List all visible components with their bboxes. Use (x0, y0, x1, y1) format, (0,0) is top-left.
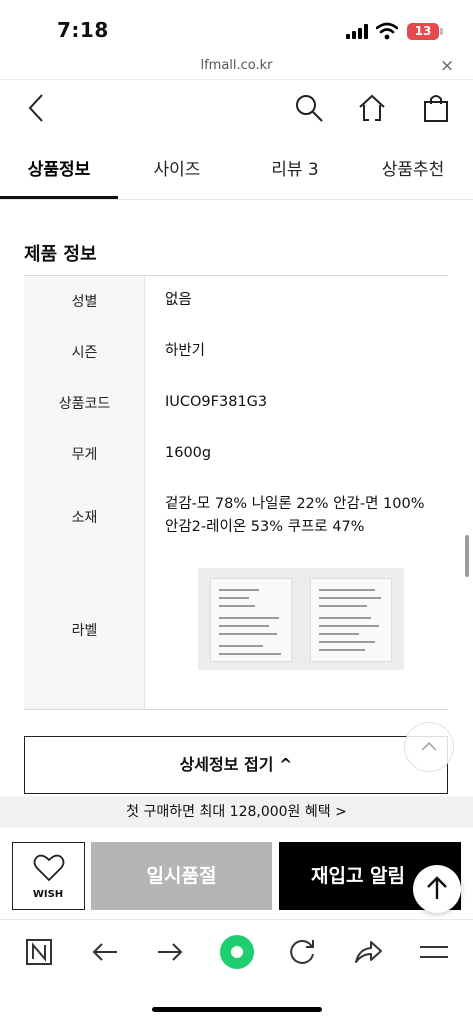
refresh-icon[interactable] (285, 935, 319, 969)
heart-icon (33, 854, 65, 882)
tab-reviews[interactable]: 리뷰 3 (236, 155, 354, 180)
active-tab-indicator (0, 196, 118, 199)
row-label-material: 소재 (71, 510, 98, 526)
row-value-material-line1: 겉감-모 78% 나일론 22% 안감-면 100% (165, 496, 425, 512)
scrollbar[interactable] (465, 535, 469, 577)
home-icon[interactable] (357, 93, 387, 123)
status-time: 7:18 (57, 18, 109, 42)
arrow-left-icon[interactable] (88, 935, 122, 969)
search-icon[interactable] (294, 93, 324, 123)
top-nav (0, 80, 473, 138)
share-icon[interactable] (351, 935, 385, 969)
row-label-gender: 성별 (71, 294, 98, 310)
section-title: 제품 정보 (24, 244, 97, 265)
chevron-left-icon[interactable] (22, 93, 52, 123)
cellular-signal-icon (346, 24, 368, 39)
product-info-table: 성별 없음 시즌 하반기 상품코드 IUCO9F381G3 무게 1600g 소… (24, 275, 448, 710)
row-label-weight: 무게 (71, 447, 98, 463)
wish-button[interactable]: WISH (12, 842, 85, 910)
row-label-label: 라벨 (71, 623, 98, 639)
collapse-details-button[interactable]: 상세정보 접기 ^ (24, 736, 448, 794)
label-column (24, 276, 145, 709)
product-tabs: 상품정보 사이즈 리뷰 3 상품추천 (0, 138, 473, 200)
wifi-icon (376, 22, 398, 40)
row-value-product-code: IUCO9F381G3 (165, 394, 268, 410)
tab-recommend[interactable]: 상품추천 (354, 155, 472, 180)
shopping-bag-icon[interactable] (421, 93, 451, 123)
battery-level: 13 (407, 23, 439, 40)
row-label-product-code: 상품코드 (58, 396, 111, 412)
battery-cap (440, 28, 443, 35)
care-label-image (198, 568, 404, 670)
promo-banner[interactable]: 첫 구매하면 최대 128,000원 혜택 > (0, 796, 473, 828)
status-bar: 7:18 13 (0, 0, 473, 56)
row-value-weight: 1600g (165, 445, 212, 461)
row-value-season: 하반기 (165, 343, 206, 359)
row-value-gender: 없음 (165, 292, 192, 308)
green-dot-icon[interactable] (218, 933, 256, 971)
arrow-up-icon[interactable] (413, 865, 461, 913)
naver-app-icon[interactable] (22, 935, 56, 969)
url-text[interactable]: lfmall.co.kr (0, 58, 473, 73)
row-value-material-line2: 안감2-레이온 53% 쿠프로 47% (165, 519, 365, 535)
browser-toolbar (0, 920, 473, 1024)
wish-label: WISH (32, 889, 64, 900)
arrow-right-icon[interactable] (153, 935, 187, 969)
close-icon[interactable]: × (440, 56, 454, 76)
chevron-up-icon[interactable] (404, 722, 454, 772)
row-label-season: 시즌 (71, 345, 98, 361)
home-indicator (152, 1007, 322, 1012)
care-label-photo-1 (210, 578, 292, 662)
soldout-button[interactable]: 일시품절 (91, 842, 272, 910)
care-label-photo-2 (310, 578, 392, 662)
menu-icon[interactable] (417, 935, 451, 969)
tab-size[interactable]: 사이즈 (118, 155, 236, 180)
purchase-bar: WISH 일시품절 재입고 알림 (0, 828, 473, 920)
tab-product-info[interactable]: 상품정보 (0, 155, 118, 180)
url-bar[interactable]: lfmall.co.kr × (0, 56, 473, 80)
